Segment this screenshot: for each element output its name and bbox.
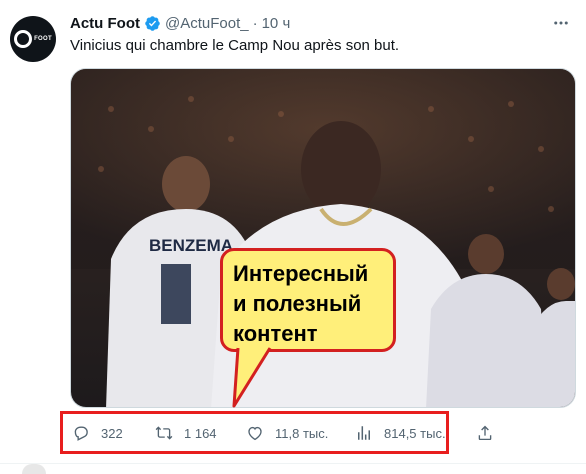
retweet-icon <box>155 426 173 440</box>
retweet-count: 1 164 <box>184 425 217 441</box>
timestamp[interactable]: 10 ч <box>262 15 291 32</box>
avatar-logo-text: FOOT <box>34 36 52 42</box>
views-icon <box>358 426 370 440</box>
views-button[interactable]: 814,5 тыс. <box>355 424 446 442</box>
tweet-header: Actu Foot @ActuFoot_ · 10 ч <box>70 12 290 34</box>
like-count: 11,8 тыс. <box>275 425 329 441</box>
tweet-media[interactable]: BENZEMA <box>70 68 576 408</box>
callout-tail <box>232 342 272 408</box>
tweet-text: Vinicius qui chambre le Camp Nou après s… <box>70 37 400 54</box>
author-avatar[interactable]: FOOT <box>10 16 56 62</box>
media-photo: BENZEMA <box>71 69 575 407</box>
reply-count: 322 <box>101 425 123 441</box>
verified-icon <box>145 15 160 31</box>
author-handle[interactable]: @ActuFoot_ <box>165 15 249 32</box>
next-tweet-avatar[interactable] <box>22 464 46 474</box>
separator-dot: · <box>252 14 258 32</box>
reply-icon <box>74 426 88 441</box>
author-name[interactable]: Actu Foot <box>70 15 140 32</box>
retweet-button[interactable]: 1 164 <box>155 424 217 442</box>
more-icon[interactable] <box>551 13 571 33</box>
views-count: 814,5 тыс. <box>384 425 446 441</box>
share-icon <box>478 425 492 441</box>
jersey-name-text: BENZEMA <box>149 236 233 255</box>
share-button[interactable] <box>476 424 505 442</box>
reply-button[interactable]: 322 <box>72 424 123 442</box>
logo-ring <box>14 30 33 48</box>
like-button[interactable]: 11,8 тыс. <box>246 424 328 442</box>
tweet-divider <box>0 463 586 464</box>
callout-box: Интересный и полезный контент <box>220 248 396 352</box>
like-icon <box>248 426 262 441</box>
